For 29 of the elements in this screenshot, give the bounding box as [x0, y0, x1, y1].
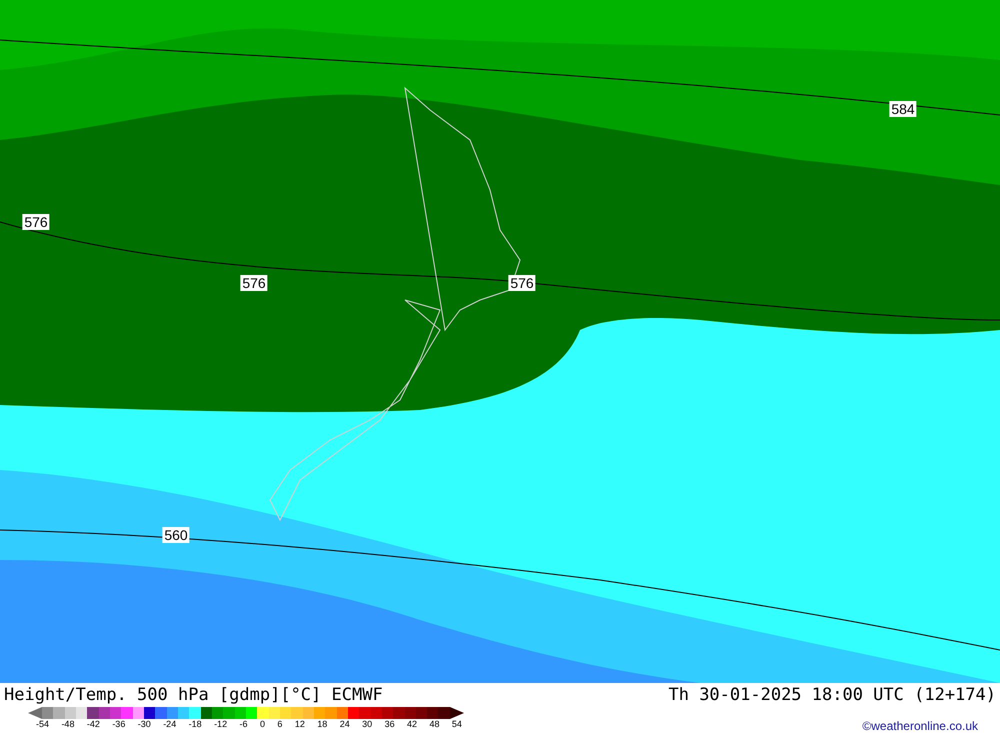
legend-arrow-icon: [450, 707, 464, 719]
legend-tick-label: -24: [163, 719, 176, 729]
legend-tick-label: -54: [36, 719, 50, 729]
legend-tick-label: 24: [340, 719, 350, 729]
legend-tick-label: -42: [86, 719, 100, 729]
legend-tick-label: -12: [214, 719, 228, 729]
height-label: 560: [162, 527, 190, 543]
legend-tick-label: 18: [317, 719, 328, 729]
legend-tick-label: 12: [294, 719, 305, 729]
legend-tick-label: 30: [362, 719, 372, 729]
height-label: 576: [240, 275, 268, 291]
legend-tick-label: 48: [429, 719, 440, 729]
legend-tick-label: 6: [277, 719, 282, 729]
legend-tick-label: 36: [384, 719, 395, 729]
copyright-link[interactable]: ©weatheronline.co.uk: [862, 719, 978, 733]
legend-tick-label: -36: [112, 719, 126, 729]
height-label: 584: [889, 101, 917, 117]
forecast-datetime: Th 30-01-2025 18:00 UTC (12+174): [668, 685, 996, 705]
legend-tick-label: -6: [240, 719, 248, 729]
legend-tick-label: 54: [452, 719, 462, 729]
chart-title: Height/Temp. 500 hPa [gdmp][°C] ECMWF: [4, 685, 383, 705]
legend-tick-label: 0: [260, 719, 265, 729]
height-label: 576: [508, 275, 536, 291]
height-label: 576: [22, 214, 50, 230]
legend-tick-label: 42: [407, 719, 418, 729]
legend-tick-label: -48: [61, 719, 74, 729]
legend-tick-label: -18: [188, 719, 202, 729]
legend-arrow-icon: [28, 707, 42, 719]
legend-tick-label: -30: [138, 719, 151, 729]
